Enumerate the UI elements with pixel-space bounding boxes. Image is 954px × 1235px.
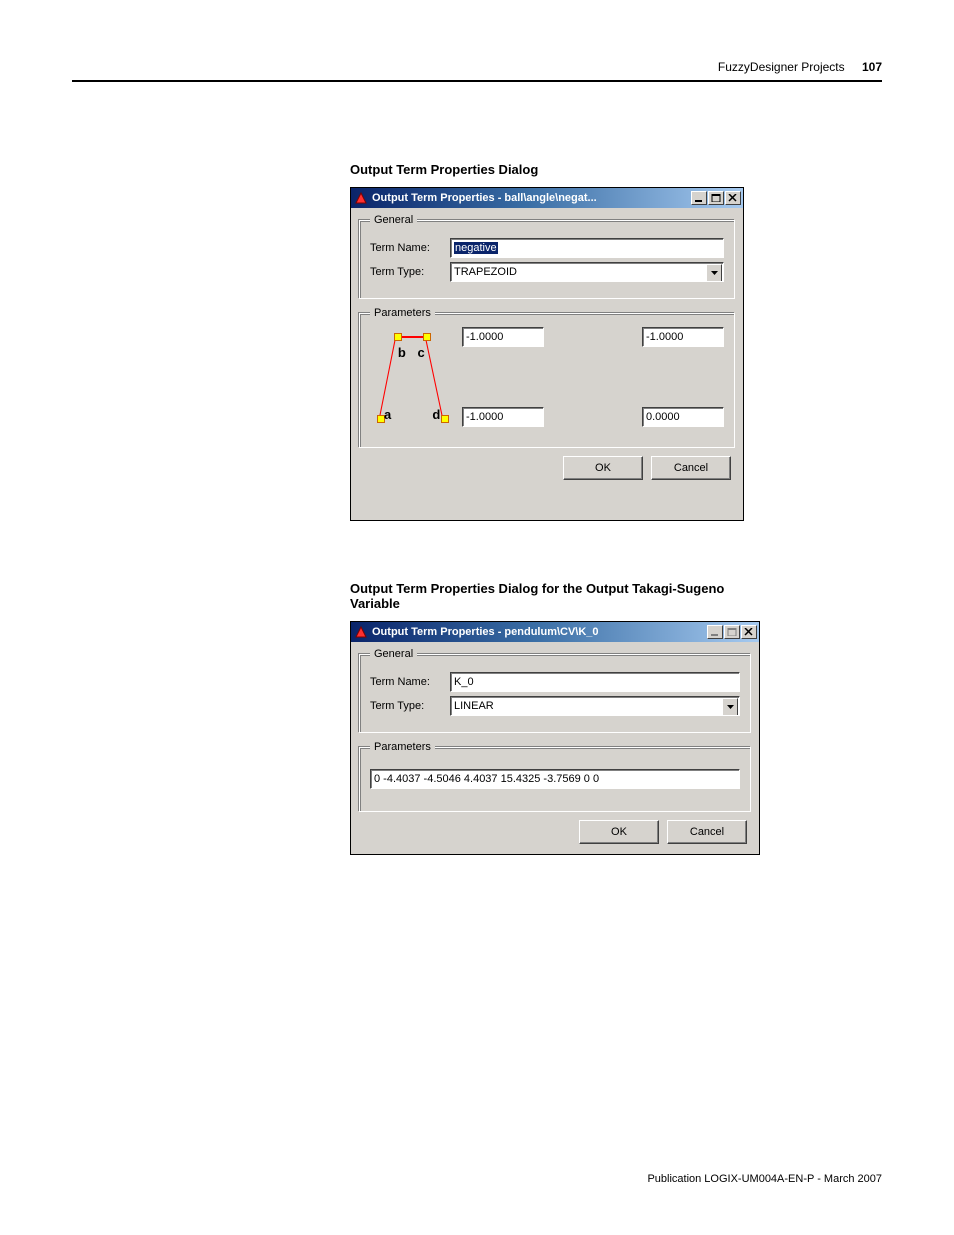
- parameters-input[interactable]: 0 -4.4037 -4.5046 4.4037 15.4325 -3.7569…: [370, 769, 740, 789]
- term-type-value: TRAPEZOID: [454, 266, 517, 278]
- ok-button[interactable]: OK: [563, 456, 643, 480]
- term-name-label: Term Name:: [370, 242, 450, 254]
- term-type-label: Term Type:: [370, 266, 450, 278]
- cancel-button[interactable]: Cancel: [651, 456, 731, 480]
- param-c-input[interactable]: -1.0000: [642, 327, 724, 347]
- cancel-button[interactable]: Cancel: [667, 820, 747, 844]
- parameters-legend: Parameters: [370, 307, 435, 319]
- handle-c[interactable]: [423, 333, 431, 341]
- param-d-input[interactable]: 0.0000: [642, 407, 724, 427]
- page-footer: Publication LOGIX-UM004A-EN-P - March 20…: [647, 1173, 882, 1185]
- chevron-down-icon[interactable]: [706, 264, 722, 282]
- close-button[interactable]: [725, 191, 741, 205]
- term-type-combo[interactable]: TRAPEZOID: [450, 262, 724, 282]
- header-page-number: 107: [862, 60, 882, 74]
- param-b-input[interactable]: -1.0000: [462, 327, 544, 347]
- term-name-input[interactable]: negative: [450, 238, 724, 258]
- dialog1-titlebar[interactable]: Output Term Properties - ball\angle\nega…: [351, 188, 743, 208]
- trapezoid-preview[interactable]: b c a d: [370, 327, 452, 427]
- app-icon: [353, 190, 369, 206]
- general-legend: General: [370, 648, 417, 660]
- general-group: General Term Name: negative Term Type: T…: [359, 214, 735, 299]
- term-type-value: LINEAR: [454, 700, 494, 712]
- app-icon: [353, 624, 369, 640]
- dialog1-title-text: Output Term Properties - ball\angle\nega…: [372, 192, 691, 204]
- chevron-down-icon[interactable]: [722, 698, 738, 716]
- label-b: b: [398, 345, 406, 360]
- ok-button[interactable]: OK: [579, 820, 659, 844]
- minimize-button[interactable]: [707, 625, 723, 639]
- minimize-button[interactable]: [691, 191, 707, 205]
- header-section-title: FuzzyDesigner Projects: [718, 60, 845, 74]
- label-d: d: [432, 407, 440, 422]
- general-legend: General: [370, 214, 417, 226]
- term-type-label: Term Type:: [370, 700, 450, 712]
- term-name-value: negative: [454, 242, 498, 254]
- output-term-properties-dialog-linear: Output Term Properties - pendulum\CV\K_0…: [350, 621, 760, 855]
- handle-d[interactable]: [441, 415, 449, 423]
- term-name-label: Term Name:: [370, 676, 450, 688]
- param-a-input[interactable]: -1.0000: [462, 407, 544, 427]
- label-c: c: [418, 345, 425, 360]
- parameters-group: Parameters 0 -4.4037 -4.5046 4.4037 15.4…: [359, 741, 751, 812]
- maximize-button: [724, 625, 740, 639]
- term-type-combo[interactable]: LINEAR: [450, 696, 740, 716]
- maximize-button[interactable]: [708, 191, 724, 205]
- page-header: FuzzyDesigner Projects 107: [72, 60, 882, 82]
- dialog2-title-text: Output Term Properties - pendulum\CV\K_0: [372, 626, 707, 638]
- close-button[interactable]: [741, 625, 757, 639]
- output-term-properties-dialog-trapezoid: Output Term Properties - ball\angle\nega…: [350, 187, 744, 521]
- dialog1-caption: Output Term Properties Dialog: [350, 162, 770, 177]
- dialog2-titlebar[interactable]: Output Term Properties - pendulum\CV\K_0: [351, 622, 759, 642]
- handle-b[interactable]: [394, 333, 402, 341]
- parameters-legend: Parameters: [370, 741, 435, 753]
- dialog2-caption: Output Term Properties Dialog for the Ou…: [350, 581, 770, 611]
- general-group: General Term Name: K_0 Term Type: LINEAR: [359, 648, 751, 733]
- term-name-value: K_0: [454, 676, 474, 688]
- parameters-group: Parameters -1.0000: [359, 307, 735, 448]
- term-name-input[interactable]: K_0: [450, 672, 740, 692]
- label-a: a: [384, 407, 391, 422]
